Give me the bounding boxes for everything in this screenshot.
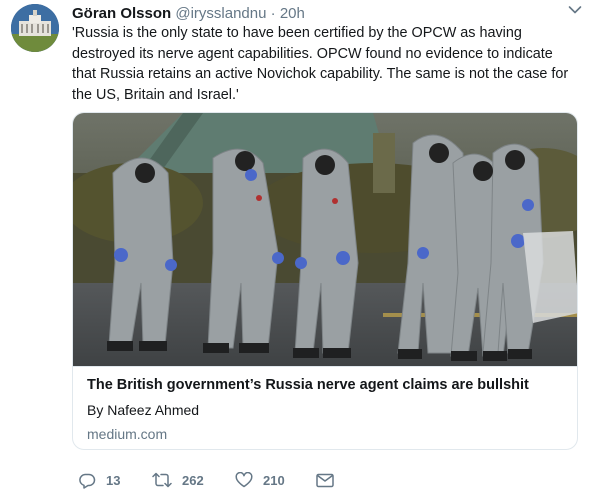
reply-button[interactable]: 13 [78, 470, 120, 490]
link-card[interactable]: The British government’s Russia nerve ag… [72, 112, 578, 450]
card-domain: medium.com [87, 426, 168, 442]
tweet-header: Göran Olsson @irysslandnu · 20h [72, 4, 576, 24]
tweet[interactable]: Göran Olsson @irysslandnu · 20h 'Russia … [0, 0, 590, 498]
heart-icon [235, 472, 253, 488]
separator-dot: · [270, 5, 276, 22]
user-handle[interactable]: @irysslandnu [175, 5, 266, 22]
reply-icon [79, 473, 96, 489]
retweet-icon [152, 472, 172, 488]
reply-count: 13 [106, 472, 121, 488]
avatar[interactable] [11, 4, 59, 52]
tweet-actions: 13 262 210 [72, 470, 572, 490]
direct-message-icon [316, 473, 334, 487]
card-image[interactable] [73, 113, 577, 366]
retweet-count: 262 [182, 472, 204, 488]
card-title[interactable]: The British government’s Russia nerve ag… [87, 377, 529, 393]
card-author: By Nafeez Ahmed [87, 402, 200, 418]
timestamp[interactable]: 20h [280, 5, 305, 22]
tweet-text: 'Russia is the only state to have been c… [72, 25, 569, 103]
like-count: 210 [263, 472, 285, 488]
like-button[interactable]: 210 [235, 470, 285, 490]
retweet-button[interactable]: 262 [152, 470, 204, 490]
card-body[interactable]: The British government’s Russia nerve ag… [73, 366, 577, 449]
direct-message-button[interactable] [316, 470, 334, 490]
chevron-down-icon[interactable] [568, 5, 582, 15]
display-name[interactable]: Göran Olsson [72, 5, 171, 22]
